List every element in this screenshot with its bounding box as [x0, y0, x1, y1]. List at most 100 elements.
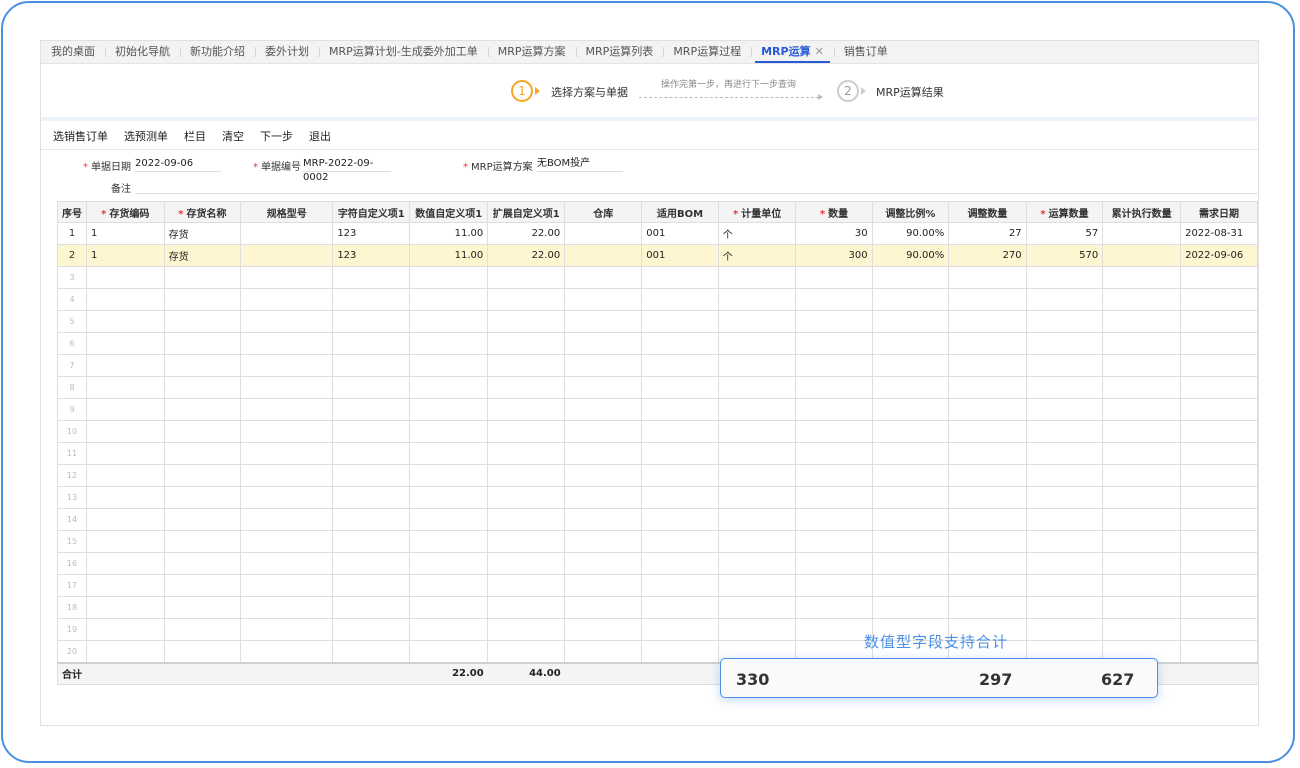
table-cell[interactable] — [948, 398, 1027, 421]
table-cell[interactable] — [1180, 486, 1258, 509]
table-cell[interactable] — [409, 508, 489, 531]
table-row[interactable]: 3 — [57, 266, 1258, 289]
table-cell[interactable]: 2 — [57, 244, 87, 267]
table-row[interactable]: 4 — [57, 288, 1258, 311]
table-cell[interactable] — [871, 552, 950, 575]
toolbar-button-1[interactable]: 选预测单 — [116, 128, 176, 144]
table-cell[interactable]: 4 — [57, 288, 87, 311]
table-cell[interactable] — [641, 574, 719, 597]
column-header[interactable]: 序号 — [57, 201, 87, 223]
table-cell[interactable] — [1180, 640, 1258, 663]
table-cell[interactable] — [641, 354, 719, 377]
table-cell[interactable] — [871, 486, 950, 509]
table-cell[interactable] — [1102, 266, 1182, 289]
table-cell[interactable] — [163, 354, 242, 377]
table-cell[interactable] — [240, 310, 334, 333]
table-cell[interactable]: 存货 — [163, 222, 242, 245]
column-header[interactable]: 规格型号 — [240, 201, 334, 223]
table-cell[interactable] — [1102, 530, 1182, 553]
table-cell[interactable] — [86, 332, 165, 355]
table-row[interactable]: 1 1 存货 123 11.00 22.00 001 个 30 90.00% 27 57 2022-08… — [57, 222, 1258, 245]
table-cell[interactable] — [1025, 310, 1104, 333]
table-cell[interactable]: 27 — [948, 222, 1027, 245]
table-cell[interactable] — [1102, 376, 1182, 399]
table-cell[interactable] — [163, 464, 242, 487]
table-cell[interactable] — [641, 552, 719, 575]
table-cell[interactable] — [564, 596, 643, 619]
table-cell[interactable]: 3 — [57, 266, 87, 289]
close-icon[interactable]: ✕ — [815, 45, 824, 58]
table-cell[interactable] — [86, 640, 165, 663]
table-cell[interactable]: 19 — [57, 618, 87, 641]
table-cell[interactable] — [1180, 574, 1258, 597]
table-cell[interactable] — [409, 310, 489, 333]
table-cell[interactable] — [871, 574, 950, 597]
table-cell[interactable] — [948, 574, 1027, 597]
table-cell[interactable] — [86, 266, 165, 289]
table-cell[interactable] — [564, 288, 643, 311]
toolbar-button-0[interactable]: 选销售订单 — [41, 128, 116, 144]
table-cell[interactable] — [409, 618, 489, 641]
date-field[interactable]: 2022-09-06 — [135, 157, 221, 172]
table-cell[interactable] — [163, 508, 242, 531]
table-cell[interactable] — [240, 530, 334, 553]
table-cell[interactable] — [564, 508, 643, 531]
table-cell[interactable] — [332, 486, 411, 509]
table-cell[interactable] — [487, 332, 566, 355]
table-cell[interactable] — [240, 332, 334, 355]
table-cell[interactable] — [1025, 530, 1104, 553]
table-cell[interactable] — [487, 640, 566, 663]
table-cell[interactable] — [641, 530, 719, 553]
table-cell[interactable]: 1 — [86, 222, 165, 245]
table-cell[interactable] — [332, 310, 411, 333]
table-cell[interactable] — [948, 332, 1027, 355]
table-cell[interactable] — [717, 574, 797, 597]
tab-5[interactable]: MRP运算方案 — [487, 41, 576, 63]
table-cell[interactable] — [86, 288, 165, 311]
table-cell[interactable]: 57 — [1025, 222, 1104, 245]
table-cell[interactable] — [163, 486, 242, 509]
table-cell[interactable] — [871, 266, 950, 289]
table-cell[interactable] — [564, 552, 643, 575]
table-cell[interactable] — [1180, 596, 1258, 619]
table-cell[interactable] — [1180, 310, 1258, 333]
table-cell[interactable]: 8 — [57, 376, 87, 399]
table-cell[interactable] — [948, 486, 1027, 509]
table-cell[interactable] — [86, 486, 165, 509]
table-cell[interactable] — [564, 310, 643, 333]
column-header[interactable]: * 数量 — [795, 201, 873, 223]
tab-6[interactable]: MRP运算列表 — [575, 41, 664, 63]
table-cell[interactable] — [332, 530, 411, 553]
table-cell[interactable] — [487, 398, 566, 421]
table-row[interactable]: 2 1 存货 123 11.00 22.00 001 个 300 90.00% 270 570 2022… — [57, 244, 1258, 267]
table-cell[interactable]: 123 — [332, 244, 411, 267]
table-cell[interactable] — [409, 486, 489, 509]
table-cell[interactable] — [1180, 552, 1258, 575]
table-cell[interactable] — [717, 288, 797, 311]
table-cell[interactable] — [1025, 288, 1104, 311]
tab-4[interactable]: MRP运算计划-生成委外加工单 — [319, 41, 488, 63]
table-cell[interactable] — [795, 420, 873, 443]
table-cell[interactable] — [163, 332, 242, 355]
table-cell[interactable] — [795, 354, 873, 377]
table-cell[interactable] — [871, 508, 950, 531]
table-row[interactable]: 14 — [57, 508, 1258, 531]
table-cell[interactable]: 22.00 — [487, 244, 566, 267]
table-cell[interactable] — [1180, 464, 1258, 487]
table-cell[interactable] — [641, 442, 719, 465]
table-cell[interactable] — [871, 354, 950, 377]
table-cell[interactable] — [86, 618, 165, 641]
table-cell[interactable] — [487, 508, 566, 531]
table-cell[interactable] — [641, 288, 719, 311]
table-cell[interactable]: 20 — [57, 640, 87, 663]
column-header[interactable]: 适用BOM — [641, 201, 719, 223]
table-cell[interactable] — [409, 288, 489, 311]
table-cell[interactable] — [564, 618, 643, 641]
table-cell[interactable] — [240, 574, 334, 597]
table-cell[interactable] — [163, 640, 242, 663]
table-cell[interactable] — [1180, 442, 1258, 465]
table-cell[interactable]: 1 — [57, 222, 87, 245]
table-cell[interactable] — [86, 354, 165, 377]
table-cell[interactable] — [409, 354, 489, 377]
table-cell[interactable]: 001 — [641, 222, 719, 245]
